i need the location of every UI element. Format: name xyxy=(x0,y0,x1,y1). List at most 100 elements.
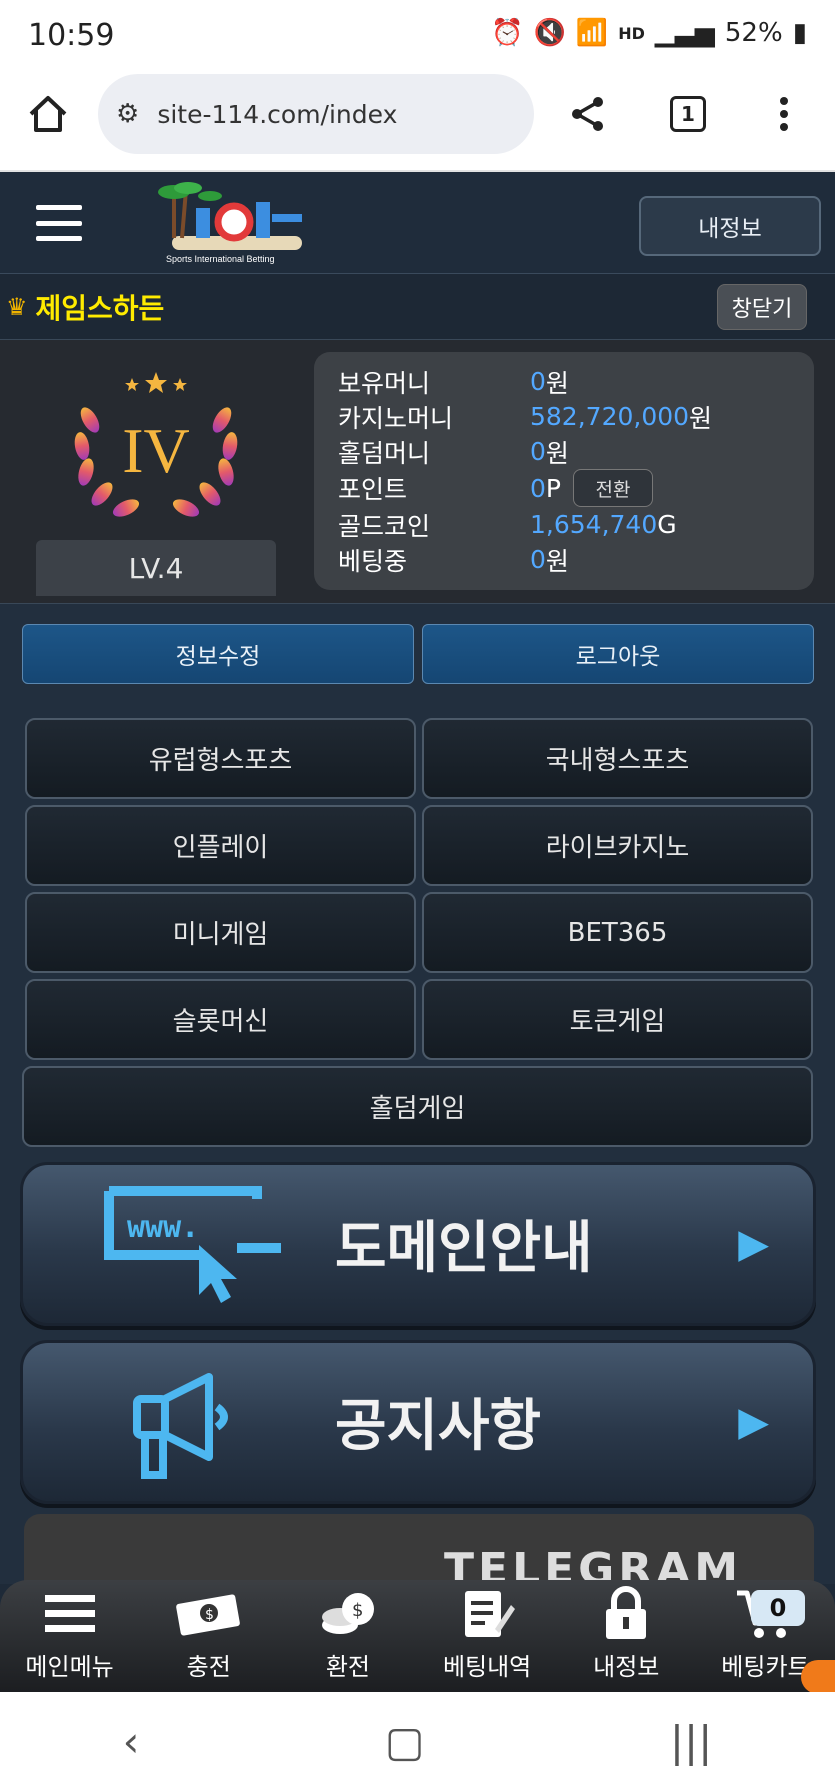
domain-info-title: 도메인안내 xyxy=(335,1216,593,1281)
game-button[interactable]: 유럽형스포츠 xyxy=(25,718,416,799)
money-label: 카지노머니 xyxy=(338,403,454,433)
tab-count: 1 xyxy=(670,96,706,132)
logout-button[interactable]: 로그아웃 xyxy=(422,624,814,684)
money-bill-icon: $ xyxy=(174,1585,244,1641)
status-time: 10:59 xyxy=(28,18,115,53)
account-actions: 정보수정 로그아웃 xyxy=(22,624,814,684)
level-label: LV.4 xyxy=(36,540,276,596)
user-panel: ♛ 제임스하든 창닫기 IV LV.4 보유머니 0 원 카지노머니 582,7… xyxy=(0,274,835,1584)
site-settings-icon[interactable]: ⚙ xyxy=(116,99,139,129)
play-arrow-icon: ▶ xyxy=(738,1221,769,1267)
convert-point-button[interactable]: 전환 xyxy=(572,469,653,507)
coins-exchange-icon: $ xyxy=(316,1585,380,1641)
nav-label: 내정보 xyxy=(593,1653,660,1681)
level-roman: IV xyxy=(122,415,190,486)
hamburger-menu-icon[interactable] xyxy=(36,205,82,241)
game-button[interactable]: 토큰게임 xyxy=(422,979,813,1060)
nav-label: 베팅내역 xyxy=(442,1653,532,1681)
tab-switcher-button[interactable]: 1 xyxy=(660,86,716,142)
game-button[interactable]: 라이브카지노 xyxy=(422,805,813,886)
logo-text: Sports International Betting xyxy=(166,254,275,264)
nav-label: 메인메뉴 xyxy=(25,1653,114,1681)
telegram-banner[interactable]: TELEGRAM xyxy=(24,1514,814,1584)
money-unit: 원 xyxy=(545,368,569,398)
nav-label: 환전 xyxy=(325,1653,371,1681)
domain-info-banner[interactable]: www. 도메인안내 ▶ xyxy=(20,1162,816,1326)
more-menu-icon[interactable] xyxy=(756,86,812,142)
money-unit: 원 xyxy=(689,403,713,433)
notice-banner[interactable]: 공지사항 ▶ xyxy=(20,1340,816,1504)
money-unit: 원 xyxy=(545,438,569,468)
nav-label: 베팅카트 xyxy=(721,1653,810,1681)
web-address-icon: www. xyxy=(103,1185,283,1309)
www-text: www. xyxy=(127,1210,199,1245)
game-button[interactable]: 국내형스포츠 xyxy=(422,718,813,799)
money-row: 골드코인 1,654,740 G xyxy=(338,507,814,542)
browser-toolbar: ⚙ site-114.com/index 1 xyxy=(0,74,835,172)
telegram-text: TELEGRAM xyxy=(444,1544,742,1584)
money-value: 0 xyxy=(530,473,546,503)
nav-label: 충전 xyxy=(186,1653,231,1681)
back-icon[interactable]: ‹ xyxy=(123,1717,140,1766)
money-label: 보유머니 xyxy=(338,368,431,398)
cart-count-badge: 0 xyxy=(751,1590,806,1626)
money-row: 홀덤머니 0원 xyxy=(338,434,814,469)
money-label: 홀덤머니 xyxy=(338,438,431,468)
mute-icon: 🔇 xyxy=(533,18,566,48)
lock-icon xyxy=(602,1585,650,1641)
money-unit: P xyxy=(545,473,561,503)
document-edit-icon xyxy=(459,1585,516,1641)
username: 제임스하든 xyxy=(35,291,165,325)
money-label: 골드코인 xyxy=(338,511,431,541)
wifi-icon: 📶 xyxy=(575,18,609,48)
nav-my-info[interactable]: 내정보 xyxy=(557,1580,696,1692)
site-logo[interactable]: Sports International Betting xyxy=(152,178,322,264)
url-bar[interactable]: ⚙ site-114.com/index xyxy=(98,74,534,154)
money-unit: 원 xyxy=(545,546,569,576)
money-value: 1,654,740 xyxy=(530,510,658,539)
close-panel-button[interactable]: 창닫기 xyxy=(717,284,807,330)
status-bar: 10:59 ⏰ 🔇 📶 HD ▁▃▅ 52% ▮ xyxy=(0,0,835,74)
play-arrow-icon: ▶ xyxy=(738,1399,769,1445)
nav-withdraw[interactable]: $ 환전 xyxy=(278,1580,417,1692)
money-row: 카지노머니 582,720,000 원 xyxy=(338,399,814,434)
money-value: 0 xyxy=(530,437,546,466)
money-box: 보유머니 0원 카지노머니 582,720,000 원 홀덤머니 0원 포인트 0… xyxy=(314,352,814,590)
battery-icon: ▮ xyxy=(792,18,807,48)
home-square-icon[interactable]: ▢ xyxy=(385,1717,425,1766)
bottom-nav: 메인메뉴 $ 충전 $ 환전 베팅내역 내정보 베팅카트 0 xyxy=(0,1580,835,1692)
money-value: 582,720,000 xyxy=(530,402,690,431)
game-button[interactable]: 인플레이 xyxy=(25,805,416,886)
svg-text:$: $ xyxy=(205,1607,214,1623)
game-button[interactable]: 슬롯머신 xyxy=(25,979,416,1060)
money-label: 포인트 xyxy=(338,475,408,504)
money-label: 베팅중 xyxy=(338,546,408,576)
myinfo-button[interactable]: 내정보 xyxy=(639,196,821,256)
nav-bet-history[interactable]: 베팅내역 xyxy=(418,1580,557,1692)
game-button[interactable]: 홀덤게임 xyxy=(22,1066,813,1147)
share-icon[interactable] xyxy=(560,86,616,142)
menu-lines-icon xyxy=(44,1585,95,1641)
recents-icon[interactable]: ||| xyxy=(670,1717,712,1766)
site-header: Sports International Betting 내정보 xyxy=(0,172,835,274)
nav-deposit[interactable]: $ 충전 xyxy=(139,1580,278,1692)
notice-title: 공지사항 xyxy=(335,1394,542,1459)
system-nav-bar: ‹ ▢ ||| xyxy=(0,1692,835,1791)
battery-text: 52% xyxy=(724,18,783,48)
crown-icon: ♛ xyxy=(6,292,28,321)
status-icons: ⏰ 🔇 📶 HD ▁▃▅ 52% ▮ xyxy=(491,18,807,48)
home-icon[interactable] xyxy=(20,86,76,142)
edit-info-button[interactable]: 정보수정 xyxy=(22,624,414,684)
alarm-icon: ⏰ xyxy=(491,18,524,48)
game-menu: 유럽형스포츠 국내형스포츠 인플레이 라이브카지노 미니게임 BET365 슬롯… xyxy=(22,718,813,1147)
money-row: 베팅중 0원 xyxy=(338,542,814,577)
money-row: 포인트 0P 전환 xyxy=(338,469,814,507)
megaphone-icon xyxy=(133,1373,253,1487)
game-button[interactable]: 미니게임 xyxy=(25,892,416,973)
level-badge-icon: IV xyxy=(66,360,246,530)
nav-main-menu[interactable]: 메인메뉴 xyxy=(0,1580,139,1692)
game-button[interactable]: BET365 xyxy=(422,892,813,973)
signal-icon: ▁▃▅ xyxy=(654,18,715,48)
url-text: site-114.com/index xyxy=(157,99,398,129)
floating-chat-icon[interactable] xyxy=(801,1660,835,1694)
